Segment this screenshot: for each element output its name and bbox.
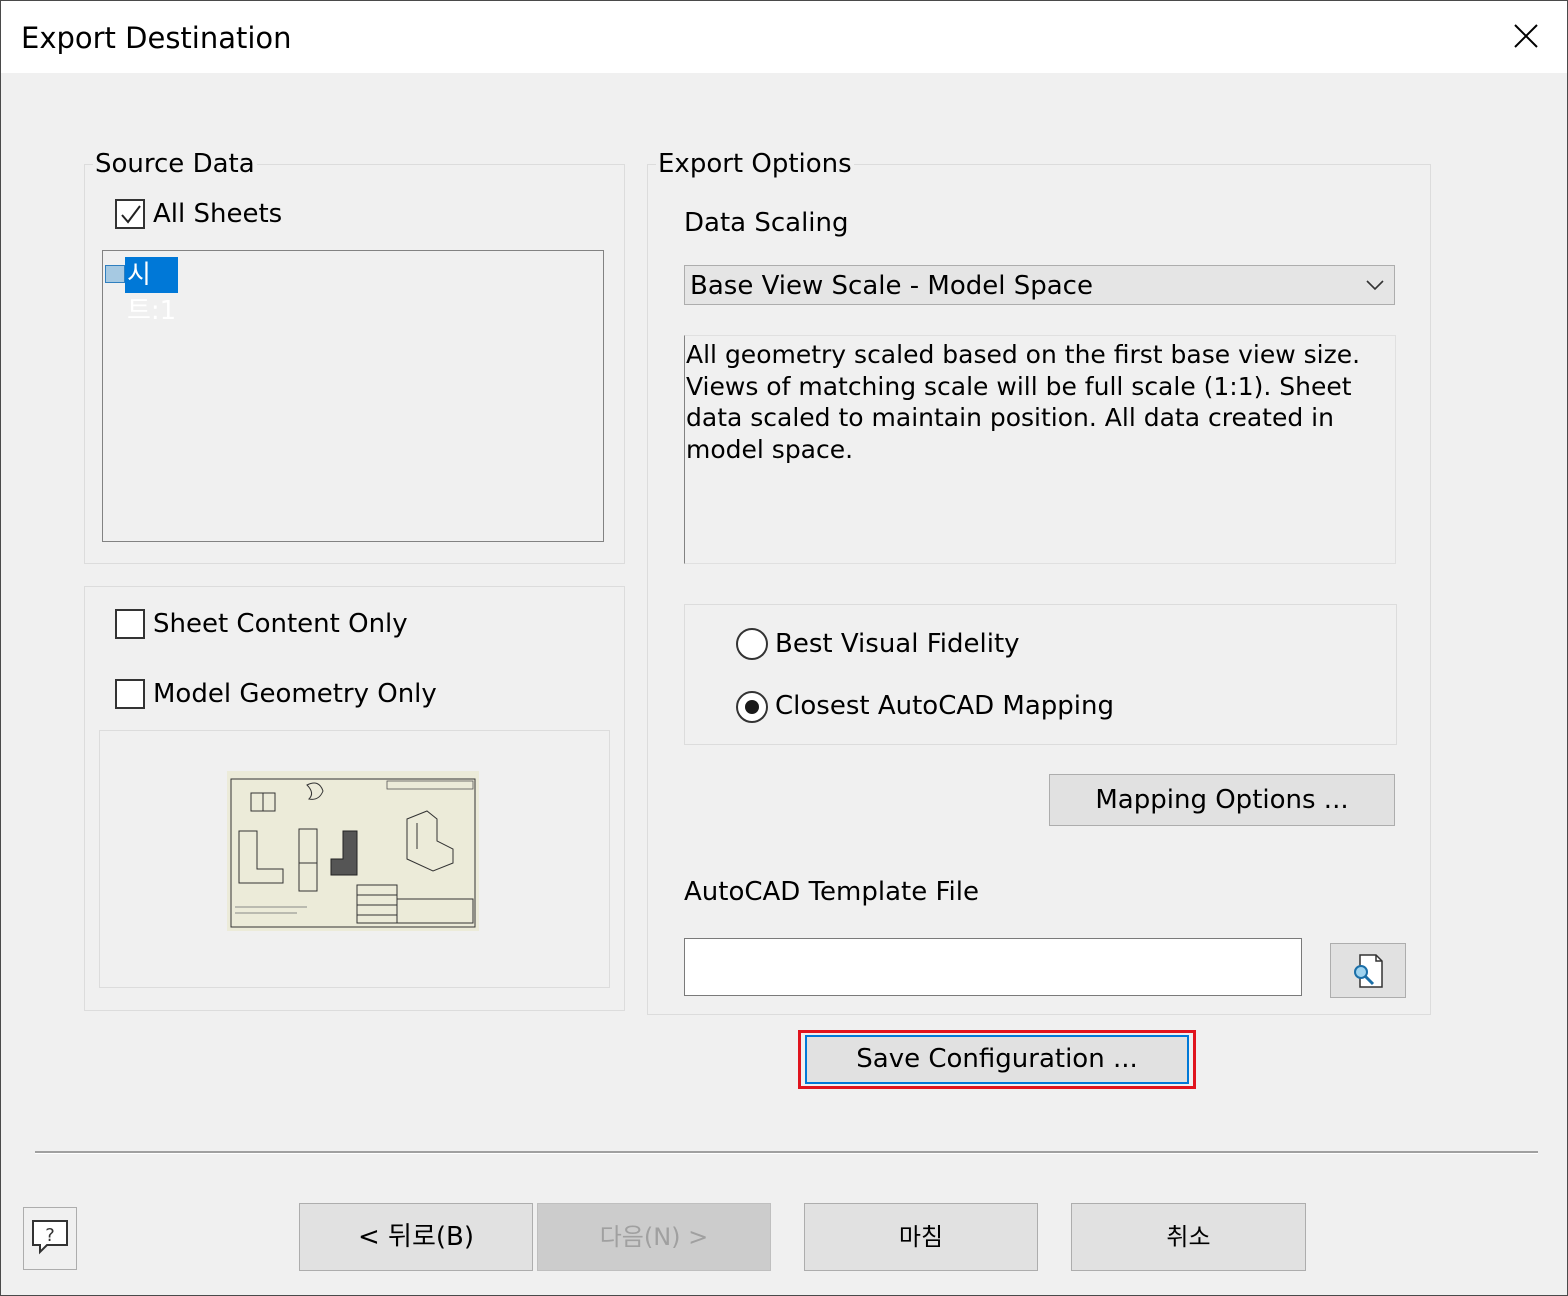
drawing-preview-image — [227, 771, 479, 931]
browse-template-button[interactable] — [1330, 943, 1406, 998]
sheet-item-label: 시트:1 — [125, 257, 179, 326]
model-geometry-only-checkbox[interactable] — [115, 679, 145, 709]
checkmark-icon — [121, 205, 141, 224]
data-scaling-dropdown[interactable]: Base View Scale - Model Space — [684, 265, 1395, 305]
best-visual-fidelity-label: Best Visual Fidelity — [775, 629, 1020, 659]
data-scaling-label: Data Scaling — [684, 208, 849, 238]
sheet-list[interactable]: 시트:1 — [102, 250, 604, 542]
browse-file-icon — [1354, 954, 1383, 988]
title-bar: Export Destination — [1, 1, 1567, 73]
help-icon: ? — [32, 1220, 68, 1255]
template-file-label: AutoCAD Template File — [684, 877, 980, 907]
export-options-legend: Export Options — [656, 149, 854, 179]
model-geometry-only-label: Model Geometry Only — [153, 679, 437, 709]
all-sheets-label: All Sheets — [153, 199, 283, 229]
mapping-mode-group — [684, 604, 1397, 745]
close-icon — [1514, 24, 1538, 48]
radio-selected-dot — [745, 700, 759, 714]
sheet-content-only-checkbox[interactable] — [115, 609, 145, 639]
mapping-options-button[interactable]: Mapping Options ... — [1049, 774, 1395, 826]
sheet-icon — [105, 265, 125, 283]
template-file-input[interactable] — [684, 938, 1302, 996]
footer-separator — [35, 1151, 1538, 1154]
export-destination-dialog: Export Destination Source Data All Sheet… — [0, 0, 1568, 1296]
all-sheets-checkbox[interactable] — [115, 199, 145, 229]
mapping-options-label: Mapping Options ... — [1095, 785, 1349, 815]
sheet-content-only-label: Sheet Content Only — [153, 609, 408, 639]
chevron-down-icon — [1366, 280, 1384, 291]
svg-text:?: ? — [45, 1225, 55, 1246]
help-button[interactable]: ? — [23, 1207, 77, 1270]
best-visual-fidelity-radio[interactable] — [736, 628, 768, 660]
close-button[interactable] — [1493, 1, 1559, 73]
save-configuration-button[interactable]: Save Configuration ... — [805, 1035, 1189, 1084]
source-data-legend: Source Data — [93, 149, 257, 179]
cancel-button[interactable]: 취소 — [1071, 1203, 1306, 1271]
closest-autocad-mapping-radio[interactable] — [736, 691, 768, 723]
data-scaling-value: Base View Scale - Model Space — [690, 271, 1093, 301]
finish-button[interactable]: 마침 — [804, 1203, 1038, 1271]
closest-autocad-mapping-label: Closest AutoCAD Mapping — [775, 691, 1115, 721]
next-button[interactable]: 다음(N) > — [537, 1203, 771, 1271]
back-button[interactable]: < 뒤로(B) — [299, 1203, 533, 1271]
scaling-description: All geometry scaled based on the first b… — [684, 335, 1396, 564]
window-title: Export Destination — [21, 21, 292, 55]
